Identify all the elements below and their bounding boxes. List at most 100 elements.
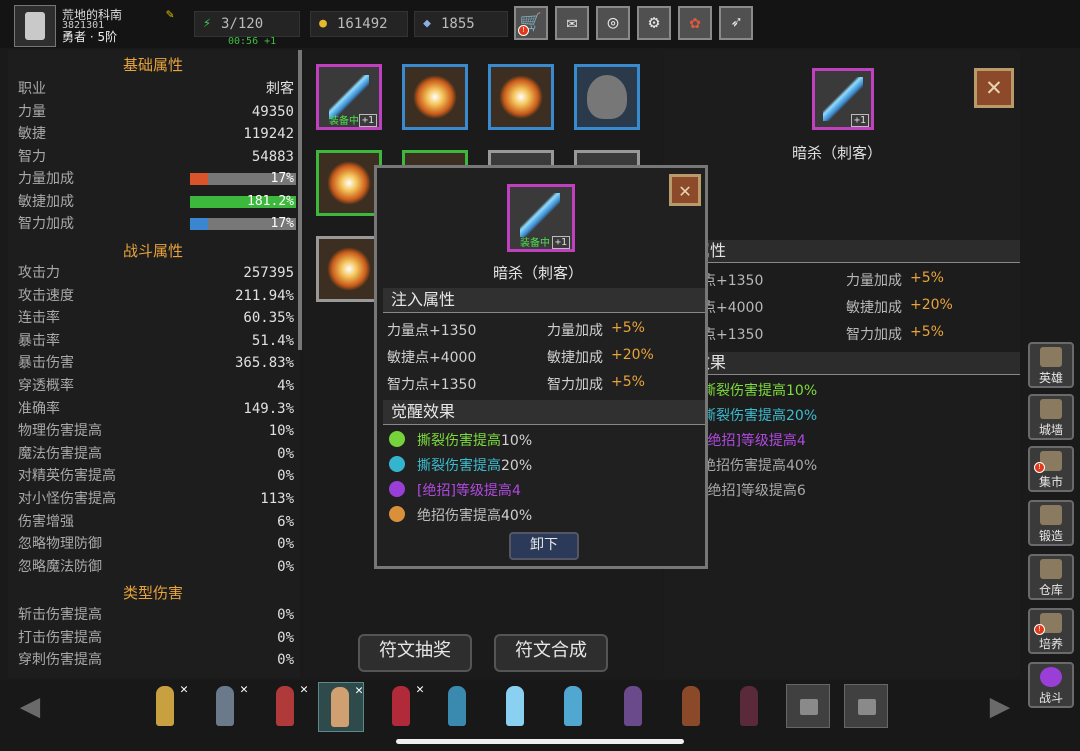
- nav-wall-button[interactable]: 城墙: [1028, 394, 1074, 440]
- stamina-value: 3/120: [221, 16, 264, 32]
- coin-icon: ●: [319, 16, 327, 31]
- stat-label: 打击伤害提高: [18, 629, 102, 646]
- awaken-text: [绝招]等级提高: [417, 483, 512, 499]
- stat-label: 物理伤害提高: [18, 423, 102, 440]
- hero-slot[interactable]: [612, 682, 656, 730]
- awaken-effect: 撕裂伤害提高10%: [702, 383, 818, 399]
- mail-button[interactable]: ✉: [555, 6, 589, 40]
- nav-potion-button[interactable]: 培养!: [1028, 608, 1074, 654]
- settings-button[interactable]: ⚙: [637, 6, 671, 40]
- gems-value: 1855: [441, 16, 475, 32]
- awaken-dot: [389, 431, 405, 447]
- stat-label: 暴击伤害: [18, 355, 74, 372]
- stats-scrollbar[interactable]: [298, 50, 302, 350]
- stat-label: 智力: [18, 148, 46, 165]
- inject-stat: 点+1350: [702, 273, 764, 289]
- hero-slot[interactable]: ✕: [204, 682, 248, 730]
- detail-item-name: 暗杀（刺客）: [792, 144, 883, 162]
- popup-awaken-header: 觉醒效果: [383, 400, 705, 425]
- stat-row: 暴击伤害 365.83%: [18, 352, 294, 374]
- stat-label: 暴击率: [18, 332, 60, 349]
- close-detail-button[interactable]: ✕: [974, 68, 1014, 108]
- hero-sprite: [276, 686, 294, 726]
- hero-slot[interactable]: [494, 682, 538, 730]
- rune-slot[interactable]: [402, 64, 468, 130]
- hero-slot[interactable]: [728, 682, 772, 730]
- awaken-text: 撕裂伤害提高: [417, 458, 501, 474]
- hero-slot[interactable]: ✕: [264, 682, 308, 730]
- bonus-row: 智力加成 17%: [18, 213, 296, 235]
- awaken-effect: 绝招伤害提高40%: [417, 505, 532, 525]
- hero-slot[interactable]: [670, 682, 714, 730]
- rune-popup: 装备中 +1 ✕ 暗杀（刺客） 注入属性 觉醒效果 卸下 力量点+1350 力量加…: [374, 165, 708, 569]
- bonus-label: 力量加成: [18, 171, 74, 187]
- stamina-timer: 00:56 +1: [228, 36, 277, 47]
- stat-value: 0%: [277, 652, 294, 669]
- shop-button[interactable]: 🛒!: [514, 6, 548, 40]
- equipped-tag: 装备中: [520, 238, 550, 249]
- bonus-bar-fill: [190, 218, 209, 230]
- popup-close-button[interactable]: ✕: [669, 174, 701, 206]
- stat-row: 对精英伤害提高 0%: [18, 465, 294, 487]
- edit-name-icon[interactable]: ✎: [166, 8, 180, 22]
- awaken-dot: [389, 481, 405, 497]
- unequip-button[interactable]: 卸下: [509, 532, 579, 560]
- hero-slot[interactable]: ✕: [318, 682, 364, 732]
- gems-display[interactable]: ◆ 1855: [414, 11, 508, 37]
- dagger-rune-icon: [520, 193, 560, 237]
- level-tag: +1: [551, 236, 570, 249]
- next-arrow-icon[interactable]: ▶: [980, 686, 1020, 726]
- nav-warehouse-button[interactable]: 仓库: [1028, 554, 1074, 600]
- hero-slot[interactable]: ✕: [380, 682, 424, 730]
- level-tag: +1: [850, 114, 869, 127]
- color-button[interactable]: ✿: [678, 6, 712, 40]
- gold-display[interactable]: ● 161492: [310, 11, 408, 37]
- rune-slot[interactable]: [316, 236, 382, 302]
- hero-slot[interactable]: [436, 682, 480, 730]
- nav-anvil-button[interactable]: 锻造: [1028, 500, 1074, 546]
- rune-slot[interactable]: [488, 64, 554, 130]
- stat-label: 力量: [18, 103, 46, 120]
- stat-value: 刺客: [266, 81, 294, 97]
- rune-draw-button[interactable]: 符文抽奖: [358, 634, 472, 672]
- locked-hero-slot[interactable]: [844, 684, 888, 728]
- locked-hero-slot[interactable]: [786, 684, 830, 728]
- hero-sprite: [156, 686, 174, 726]
- nav-market-button[interactable]: 集市!: [1028, 446, 1074, 492]
- nav-label: 战斗: [1038, 691, 1063, 705]
- hero-sprite: [392, 686, 410, 726]
- stat-row: 穿刺伤害提高 0%: [18, 649, 294, 671]
- nav-helmet-button[interactable]: 英雄: [1028, 342, 1074, 388]
- bonus-label: 敏捷加成: [18, 193, 74, 210]
- awaken-effect: 撕裂伤害提高20%: [702, 408, 818, 424]
- star-rune-icon: [499, 75, 543, 119]
- rune-slot[interactable]: [316, 150, 382, 216]
- stat-value: 211.94%: [234, 287, 294, 304]
- stat-label: 准确率: [18, 400, 60, 417]
- rune-combine-button[interactable]: 符文合成: [494, 634, 608, 672]
- inject-bonus-value: +20%: [611, 347, 654, 363]
- awaken-dot: [389, 506, 405, 522]
- nav-label: 培养: [1038, 637, 1063, 651]
- stats-panel[interactable]: 基础属性 战斗属性 类型伤害 职业 刺客 力量 49350 敏捷 119242 智力 5488…: [8, 50, 300, 678]
- gamepad-button[interactable]: ◎: [596, 6, 630, 40]
- stat-value: 54883: [251, 148, 294, 165]
- equipped-tag: 装备中: [329, 116, 359, 127]
- stat-row: 连击率 60.35%: [18, 307, 294, 329]
- player-avatar[interactable]: [14, 5, 56, 47]
- stat-row: 魔法伤害提高 0%: [18, 443, 294, 465]
- nav-portal-button[interactable]: 战斗: [1028, 662, 1074, 708]
- rune-slot[interactable]: [574, 64, 640, 130]
- awaken-value: 10%: [501, 433, 533, 449]
- stat-row: 伤害增强 6%: [18, 511, 294, 533]
- hero-slot[interactable]: [552, 682, 596, 730]
- feather-button[interactable]: ➶: [719, 6, 753, 40]
- stat-value: 0%: [277, 607, 294, 623]
- rune-slot-equipped[interactable]: 装备中 +1: [316, 64, 382, 130]
- hero-slot[interactable]: ✕: [144, 682, 188, 730]
- inject-stat: 点+1350: [702, 327, 764, 343]
- hero-sprite: [682, 686, 700, 726]
- prev-arrow-icon[interactable]: ◀: [10, 686, 50, 726]
- stat-value: 6%: [277, 513, 294, 530]
- stamina-display[interactable]: ⚡ 3/120: [194, 11, 300, 37]
